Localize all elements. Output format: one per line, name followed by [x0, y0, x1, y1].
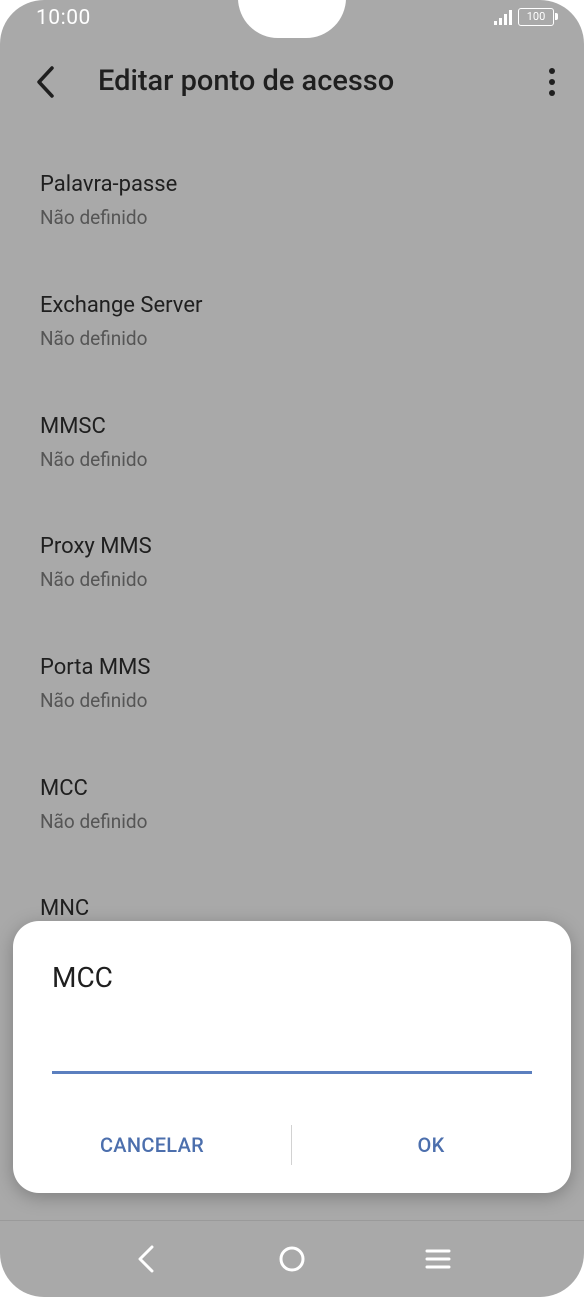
status-icons: 100 — [494, 8, 558, 26]
back-arrow-icon[interactable] — [30, 62, 70, 102]
setting-item-mcc[interactable]: MCC Não definido — [0, 754, 584, 864]
setting-item-proxy-mms[interactable]: Proxy MMS Não definido — [0, 512, 584, 622]
mcc-input[interactable] — [52, 1031, 532, 1074]
setting-item-exchange-server[interactable]: Exchange Server Não definido — [0, 271, 584, 381]
app-bar: Editar ponto de acesso — [0, 50, 584, 114]
camera-notch — [238, 0, 346, 38]
setting-title: MCC — [40, 776, 88, 801]
setting-item-mmsc[interactable]: MMSC Não definido — [0, 392, 584, 502]
status-time: 10:00 — [36, 6, 91, 30]
phone-screen: 10:00 100 Editar ponto de acesso Palavra… — [0, 0, 584, 1297]
setting-title: Palavra-passe — [40, 172, 178, 197]
setting-title: Proxy MMS — [40, 534, 152, 559]
battery-icon: 100 — [518, 8, 558, 26]
ok-button[interactable]: OK — [291, 1117, 571, 1173]
dialog-title: MCC — [52, 961, 113, 994]
setting-item-porta-mms[interactable]: Porta MMS Não definido — [0, 633, 584, 743]
nav-home-icon[interactable] — [272, 1239, 312, 1279]
setting-title: Exchange Server — [40, 293, 203, 318]
setting-value: Não definido — [40, 568, 148, 591]
setting-item-palavra-passe[interactable]: Palavra-passe Não definido — [0, 150, 584, 260]
more-vert-icon[interactable] — [542, 64, 562, 100]
mcc-dialog: MCC CANCELAR OK — [13, 921, 571, 1193]
page-title: Editar ponto de acesso — [98, 64, 395, 98]
signal-icon — [494, 9, 512, 25]
cancel-button[interactable]: CANCELAR — [13, 1117, 291, 1173]
setting-title: MMSC — [40, 414, 106, 439]
setting-value: Não definido — [40, 448, 148, 471]
setting-title: Porta MMS — [40, 655, 151, 680]
setting-title: MNC — [40, 896, 90, 921]
setting-value: Não definido — [40, 689, 148, 712]
setting-value: Não definido — [40, 327, 148, 350]
setting-value: Não definido — [40, 810, 148, 833]
nav-back-icon[interactable] — [126, 1239, 166, 1279]
nav-recents-icon[interactable] — [418, 1239, 458, 1279]
setting-value: Não definido — [40, 206, 148, 229]
navigation-bar — [0, 1220, 584, 1297]
